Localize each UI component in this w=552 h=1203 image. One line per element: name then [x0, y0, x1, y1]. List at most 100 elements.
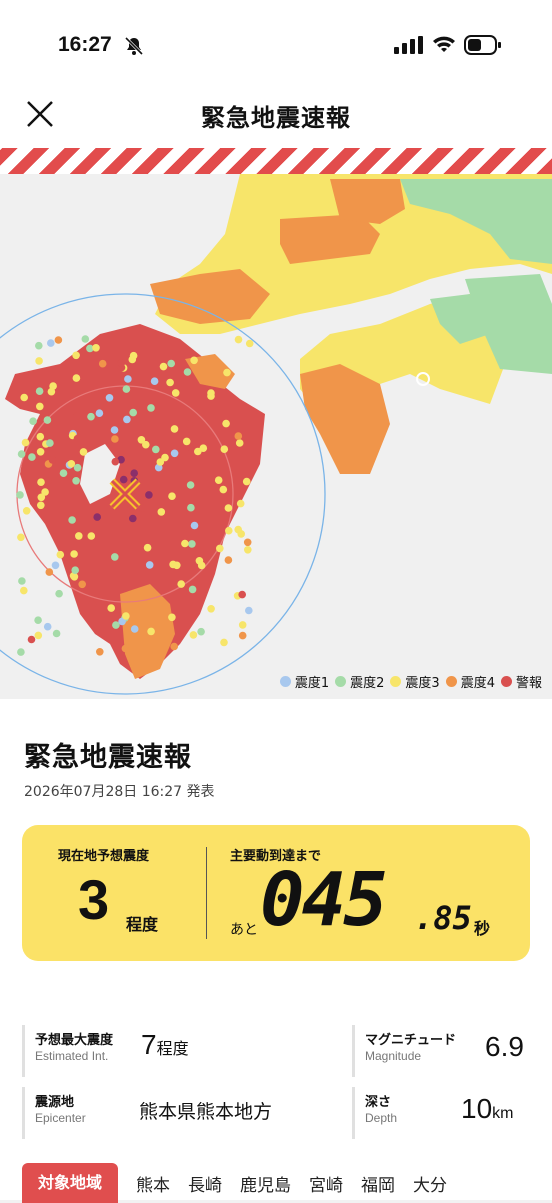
station-dot: [107, 604, 115, 612]
station-dot: [129, 514, 137, 523]
station-dot: [72, 477, 80, 485]
legend-item: 震度1: [279, 672, 330, 691]
legend-label: 震度2: [350, 676, 385, 691]
station-dot: [186, 481, 195, 489]
station-dot: [55, 589, 63, 598]
station-dot: [111, 553, 119, 561]
station-dot: [46, 439, 54, 447]
info-panel: 緊急地震速報 2026年07月28日 16:27 発表 現在地予想震度 主要動到…: [0, 699, 552, 1203]
legend-item: 震度4: [445, 672, 495, 691]
nav-bar: 緊急地震速報: [0, 90, 552, 148]
station-dot: [234, 335, 243, 344]
station-dot: [98, 359, 107, 368]
station-dot: [197, 627, 205, 636]
station-dot: [177, 580, 185, 588]
legend-item: 警報: [500, 672, 542, 691]
station-dot: [56, 550, 65, 559]
station-dot: [150, 377, 159, 385]
status-time: 16:27: [58, 33, 112, 56]
station-dot: [225, 526, 233, 535]
station-dot: [43, 416, 52, 424]
station-dot: [183, 368, 192, 376]
magnitude-cell: マグニチュード Magnitude 6.9: [352, 1025, 535, 1077]
issued-time: 2026年07月28日 16:27 発表: [24, 784, 215, 800]
station-dot: [28, 453, 36, 461]
station-dot: [147, 404, 155, 412]
local-intensity-label: 現在地予想震度: [58, 849, 150, 864]
station-dot: [188, 540, 196, 548]
max-intensity-cell: 予想最大震度 Estimated Int. 7程度: [22, 1025, 325, 1077]
station-dot: [18, 577, 26, 585]
epicenter-value: 熊本県熊本地方: [139, 1102, 273, 1123]
station-dot: [190, 521, 199, 530]
station-dot: [138, 504, 147, 512]
station-dot: [243, 538, 252, 547]
station-dot: [96, 648, 104, 656]
station-dot: [234, 432, 243, 440]
legend-label: 震度3: [405, 676, 440, 691]
station-dot: [70, 550, 78, 558]
station-dot: [122, 612, 130, 620]
station-dot: [105, 394, 114, 402]
station-dot: [245, 339, 254, 348]
station-dot: [223, 368, 231, 377]
station-dot: [238, 621, 247, 629]
station-dot: [234, 525, 242, 534]
station-dot: [166, 378, 174, 387]
station-dot: [224, 556, 233, 564]
legend-item: 震度3: [390, 672, 440, 691]
station-dot: [67, 460, 76, 468]
station-dot: [170, 425, 179, 433]
station-dot: [17, 648, 25, 656]
station-dot: [73, 463, 82, 472]
legend-dot: [445, 676, 457, 687]
station-dot: [47, 339, 55, 347]
station-dot: [244, 546, 252, 554]
max-intensity-value: 7程度: [141, 1029, 189, 1061]
station-dot: [242, 477, 251, 486]
station-dot: [137, 436, 146, 444]
max-intensity-unit: 程度: [156, 1041, 189, 1058]
station-dot: [111, 457, 120, 466]
station-dot: [130, 469, 138, 478]
station-dot: [170, 642, 178, 651]
station-dot: [79, 448, 88, 456]
battery-icon: [464, 35, 501, 55]
station-dot: [20, 393, 29, 402]
station-dot: [122, 385, 131, 393]
epicenter-label: 震源地: [35, 1095, 75, 1110]
epicenter-label-en: Epicenter: [35, 1111, 86, 1125]
station-dot: [145, 561, 154, 569]
station-dot: [72, 374, 81, 382]
signal-icon: [394, 36, 423, 54]
depth-number: 10: [461, 1093, 493, 1124]
intensity-map[interactable]: 震度1 震度2 震度3 震度4 警報: [0, 174, 552, 699]
station-dot: [95, 409, 104, 417]
arrival-unit: 秒: [474, 919, 491, 938]
station-dot: [71, 566, 79, 574]
target-region: 大分: [413, 1175, 448, 1196]
legend-label: 震度1: [294, 676, 330, 691]
station-dot: [75, 532, 83, 540]
station-dot: [143, 543, 152, 552]
station-dot: [224, 504, 233, 512]
station-dot: [128, 355, 137, 364]
station-dot: [54, 336, 63, 344]
legend-dot: [279, 676, 291, 687]
alert-title: 緊急地震速報: [24, 742, 192, 773]
station-dot: [51, 561, 60, 570]
station-dot: [130, 625, 139, 633]
station-dot: [43, 622, 52, 631]
station-dot: [216, 544, 224, 553]
target-region: 宮崎: [309, 1175, 344, 1196]
station-dot: [190, 356, 198, 365]
wifi-icon: [433, 36, 455, 52]
magnitude-label-en: Magnitude: [365, 1049, 422, 1063]
intensity-card: 現在地予想震度 主要動到達まで 3 程度 あと 045 .85 秒: [22, 825, 530, 961]
station-dot: [245, 606, 253, 615]
station-dot: [93, 513, 101, 521]
station-dot: [87, 532, 96, 540]
station-dot: [88, 600, 97, 608]
card-divider: [206, 847, 207, 939]
station-dot: [185, 420, 194, 429]
